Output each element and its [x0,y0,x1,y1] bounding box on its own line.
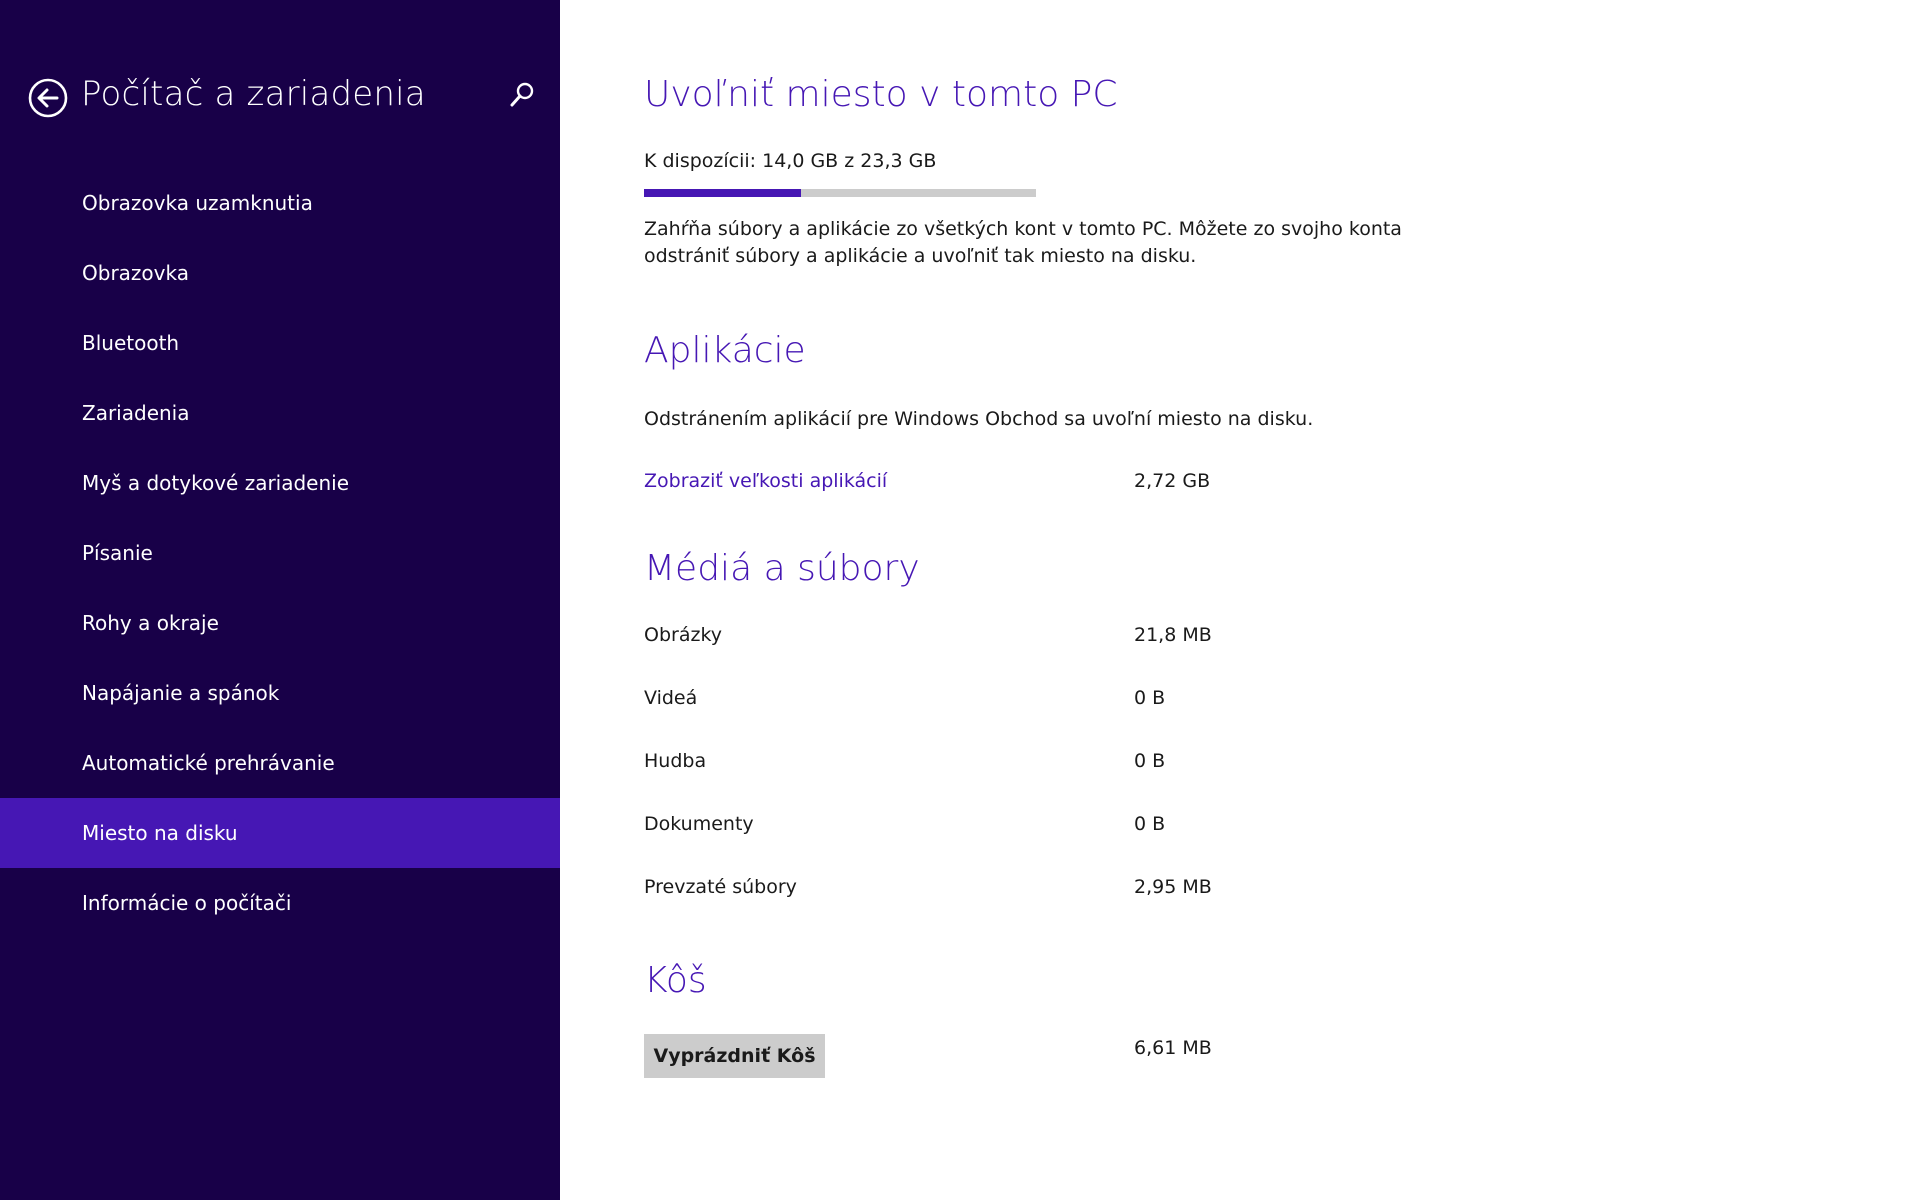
sidebar-item-mouse-touchpad[interactable]: Myš a dotykové zariadenie [0,448,560,518]
sidebar-nav: Obrazovka uzamknutia Obrazovka Bluetooth… [0,168,560,938]
media-row-value: 2,95 MB [1134,876,1212,898]
main-content: Uvoľniť miesto v tomto PC K dispozícii: … [644,0,1844,1200]
sidebar-item-typing[interactable]: Písanie [0,518,560,588]
media-row-label: Obrázky [644,624,723,646]
available-space-label: K dispozícii: 14,0 GB z 23,3 GB [644,150,937,172]
apps-description: Odstránením aplikácií pre Windows Obchod… [644,408,1314,430]
sidebar-item-bluetooth[interactable]: Bluetooth [0,308,560,378]
media-row-label: Dokumenty [644,813,754,835]
apps-heading: Aplikácie [644,330,806,371]
media-row-value: 0 B [1134,750,1166,772]
back-arrow-icon[interactable] [28,78,68,118]
sidebar-item-pc-info[interactable]: Informácie o počítači [0,868,560,938]
sidebar-item-autoplay[interactable]: Automatické prehrávanie [0,728,560,798]
media-heading: Médiá a súbory [644,548,920,589]
recycle-bin-heading: Kôš [644,960,707,1001]
disk-usage-bar [644,189,1036,197]
sidebar-item-disk-space[interactable]: Miesto na disku [0,798,560,868]
sidebar-item-power-sleep[interactable]: Napájanie a spánok [0,658,560,728]
page-title: Uvoľniť miesto v tomto PC [644,74,1118,115]
sidebar: Počítač a zariadenia Obrazovka uzamknuti… [0,0,560,1200]
sidebar-header: Počítač a zariadenia [28,74,538,124]
sidebar-item-corners-edges[interactable]: Rohy a okraje [0,588,560,658]
empty-recycle-bin-button[interactable]: Vyprázdniť Kôš [644,1034,825,1078]
media-row-label: Prevzaté súbory [644,876,797,898]
search-icon[interactable] [508,80,538,110]
apps-size-value: 2,72 GB [1134,470,1211,492]
disk-usage-fill [644,189,801,197]
media-row-value: 21,8 MB [1134,624,1212,646]
page-description: Zahŕňa súbory a aplikácie zo všetkých ko… [644,218,1402,267]
sidebar-item-lock-screen[interactable]: Obrazovka uzamknutia [0,168,560,238]
sidebar-item-display[interactable]: Obrazovka [0,238,560,308]
media-row-label: Hudba [644,750,707,772]
sidebar-item-devices[interactable]: Zariadenia [0,378,560,448]
settings-window: Počítač a zariadenia Obrazovka uzamknuti… [0,0,1920,1200]
media-row-label: Videá [644,687,698,709]
sidebar-title: Počítač a zariadenia [81,74,426,114]
view-app-sizes-link[interactable]: Zobraziť veľkosti aplikácií [644,470,887,492]
media-row-value: 0 B [1134,813,1166,835]
media-row-value: 0 B [1134,687,1166,709]
recycle-bin-size-value: 6,61 MB [1134,1037,1212,1059]
